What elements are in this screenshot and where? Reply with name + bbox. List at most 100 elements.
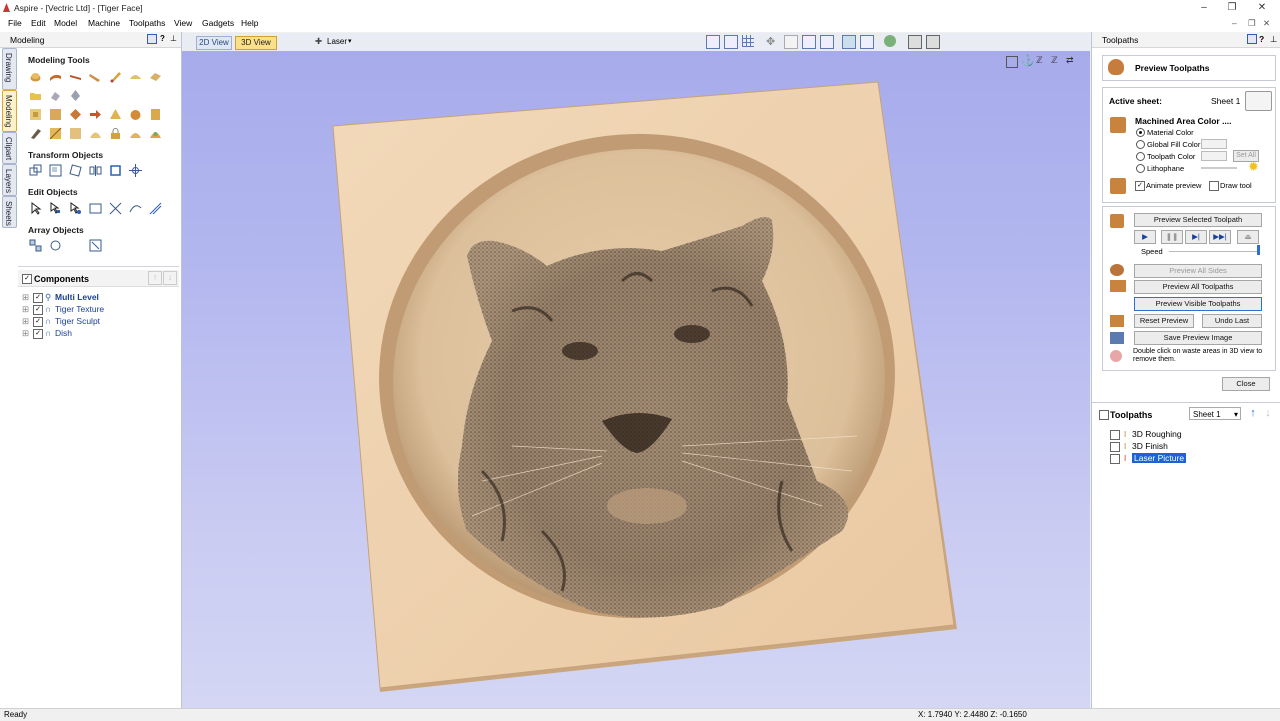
toolpath-item-laser-picture[interactable]: ǀ Laser Picture bbox=[1102, 453, 1272, 465]
save-preview-image-button[interactable]: Save Preview Image bbox=[1134, 331, 1262, 345]
trim-vectors-icon[interactable] bbox=[109, 202, 122, 215]
grid-icon[interactable] bbox=[742, 35, 754, 47]
lock-icon[interactable] bbox=[109, 127, 122, 140]
tree-item-multi-level[interactable]: ⊞ ✓ ⚲ Multi Level bbox=[22, 292, 172, 304]
close-window-icon[interactable]: ✕ bbox=[1248, 1, 1276, 15]
skip-to-end-icon[interactable]: ▶▶| bbox=[1209, 230, 1231, 244]
open-component-icon[interactable] bbox=[29, 89, 42, 102]
toolpath-checkbox[interactable] bbox=[1110, 454, 1120, 464]
animate-preview-checkbox[interactable]: ✓ bbox=[1135, 181, 1145, 191]
zero-plane-icon[interactable] bbox=[69, 127, 82, 140]
mirror-objects-icon[interactable] bbox=[89, 164, 102, 177]
smooth-icon[interactable] bbox=[129, 70, 142, 83]
move-component-icon[interactable] bbox=[69, 89, 82, 102]
tab-sheets[interactable]: Sheets bbox=[2, 196, 17, 228]
toolpath-checkbox[interactable] bbox=[1110, 442, 1120, 452]
view-selected-icon[interactable] bbox=[842, 35, 856, 49]
toolpath-checkbox[interactable] bbox=[1110, 430, 1120, 440]
laser-dropdown[interactable]: Laser bbox=[327, 37, 347, 46]
help-icon[interactable]: ? bbox=[160, 34, 165, 43]
tab-3d-view[interactable]: 3D View bbox=[235, 36, 277, 50]
reset-preview-button[interactable]: Reset Preview bbox=[1134, 314, 1194, 328]
zoom-extents-icon[interactable] bbox=[820, 35, 834, 49]
front-view-icon[interactable]: ℤ bbox=[1036, 55, 1043, 66]
tab-drawing[interactable]: Drawing bbox=[2, 48, 17, 90]
align-icon[interactable] bbox=[129, 164, 142, 177]
menu-gadgets[interactable]: Gadgets bbox=[202, 18, 234, 28]
nest-parts-icon[interactable] bbox=[89, 239, 102, 252]
left-view-icon[interactable]: ℤ bbox=[1051, 55, 1058, 66]
fillet-icon[interactable] bbox=[149, 202, 162, 215]
node-edit-icon[interactable] bbox=[49, 202, 62, 215]
zoom-out-icon[interactable] bbox=[802, 35, 816, 49]
scale-icon[interactable] bbox=[49, 164, 62, 177]
block-copy-icon[interactable] bbox=[29, 239, 42, 252]
lithophane-slider[interactable] bbox=[1201, 167, 1237, 169]
dock-icon[interactable] bbox=[1247, 34, 1257, 44]
undo-last-button[interactable]: Undo Last bbox=[1202, 314, 1262, 328]
zoom-box-icon[interactable] bbox=[706, 35, 720, 49]
toolpath-item-3d-roughing[interactable]: ǀ 3D Roughing bbox=[1102, 429, 1272, 441]
menu-edit[interactable]: Edit bbox=[31, 18, 46, 28]
join-vectors-icon[interactable] bbox=[89, 202, 102, 215]
merge-icon[interactable] bbox=[49, 127, 62, 140]
render-icon[interactable] bbox=[884, 35, 896, 47]
split-view-icon[interactable] bbox=[908, 35, 922, 49]
mirror-icon[interactable] bbox=[29, 127, 42, 140]
slice-icon[interactable] bbox=[149, 108, 162, 121]
sculpt-icon[interactable] bbox=[109, 70, 122, 83]
create-component-icon[interactable] bbox=[49, 89, 62, 102]
tab-2d-view[interactable]: 2D View bbox=[196, 36, 232, 50]
texture-icon[interactable] bbox=[149, 70, 162, 83]
arrow-right-icon[interactable] bbox=[89, 108, 102, 121]
extrude-icon[interactable] bbox=[69, 70, 82, 83]
palette-icon[interactable] bbox=[1245, 91, 1272, 111]
offset-icon[interactable] bbox=[129, 127, 142, 140]
menu-minimize-icon[interactable]: – bbox=[1232, 18, 1237, 28]
preview-all-toolpaths-button[interactable]: Preview All Toolpaths bbox=[1134, 280, 1262, 294]
step-forward-icon[interactable]: ▶| bbox=[1185, 230, 1207, 244]
menu-machine[interactable]: Machine bbox=[88, 18, 120, 28]
top-view-icon[interactable]: ⚓ bbox=[1021, 54, 1035, 67]
toolpaths-checkbox[interactable] bbox=[1099, 410, 1109, 420]
sweep-icon[interactable] bbox=[89, 70, 102, 83]
tab-layers[interactable]: Layers bbox=[2, 164, 17, 196]
tree-item-tiger-sculpt[interactable]: ⊞ ✓ ∩ Tiger Sculpt bbox=[22, 316, 172, 328]
menu-toolpaths[interactable]: Toolpaths bbox=[129, 18, 165, 28]
viewport-3d[interactable]: ⚓ ℤ ℤ ⇄ bbox=[182, 51, 1090, 708]
restore-icon[interactable]: ❐ bbox=[1218, 1, 1246, 15]
tab-modeling[interactable]: Modeling bbox=[2, 90, 17, 132]
menu-model[interactable]: Model bbox=[54, 18, 77, 28]
move-up-icon[interactable]: ↑ bbox=[148, 271, 162, 285]
speed-slider-track[interactable] bbox=[1169, 251, 1257, 252]
minimize-icon[interactable]: – bbox=[1190, 1, 1218, 15]
interactive-trim-icon[interactable] bbox=[69, 202, 82, 215]
fade-icon[interactable] bbox=[29, 108, 42, 121]
select-icon[interactable] bbox=[29, 202, 42, 215]
dome-icon[interactable] bbox=[89, 127, 102, 140]
distort-object-icon[interactable] bbox=[109, 164, 122, 177]
move-toolpath-down-icon[interactable]: ↓ bbox=[1262, 407, 1274, 420]
tilt-icon[interactable] bbox=[49, 108, 62, 121]
pause-icon[interactable]: ❚❚ bbox=[1161, 230, 1183, 244]
grid-view-icon[interactable] bbox=[724, 35, 738, 49]
reset-component-icon[interactable] bbox=[129, 108, 142, 121]
draw-tool-checkbox[interactable] bbox=[1209, 181, 1219, 191]
menu-restore-icon[interactable]: ❐ bbox=[1248, 18, 1256, 29]
chevron-down-icon[interactable]: ▾ bbox=[348, 37, 352, 45]
eject-icon[interactable]: ⏏ bbox=[1237, 230, 1259, 244]
tree-item-tiger-texture[interactable]: ⊞ ✓ ∩ Tiger Texture bbox=[22, 304, 172, 316]
tree-item-dish[interactable]: ⊞ ✓ ∩ Dish bbox=[22, 328, 172, 340]
toolpath-item-3d-finish[interactable]: ǀ 3D Finish bbox=[1102, 441, 1272, 453]
curve-fit-icon[interactable] bbox=[129, 202, 142, 215]
pin-icon[interactable]: ⊥ bbox=[1270, 34, 1277, 45]
rotate-icon[interactable] bbox=[69, 164, 82, 177]
toolpath-color-dropdown[interactable] bbox=[1201, 151, 1227, 161]
view-toggle-icon[interactable] bbox=[860, 35, 874, 49]
radio-material-color[interactable] bbox=[1136, 128, 1145, 137]
move-down-icon[interactable]: ↓ bbox=[163, 271, 177, 285]
preview-visible-toolpaths-button[interactable]: Preview Visible Toolpaths bbox=[1134, 297, 1262, 311]
menu-close-icon[interactable]: ✕ bbox=[1263, 18, 1270, 29]
layout-icon[interactable] bbox=[926, 35, 940, 49]
tab-clipart[interactable]: Clipart bbox=[2, 132, 17, 164]
